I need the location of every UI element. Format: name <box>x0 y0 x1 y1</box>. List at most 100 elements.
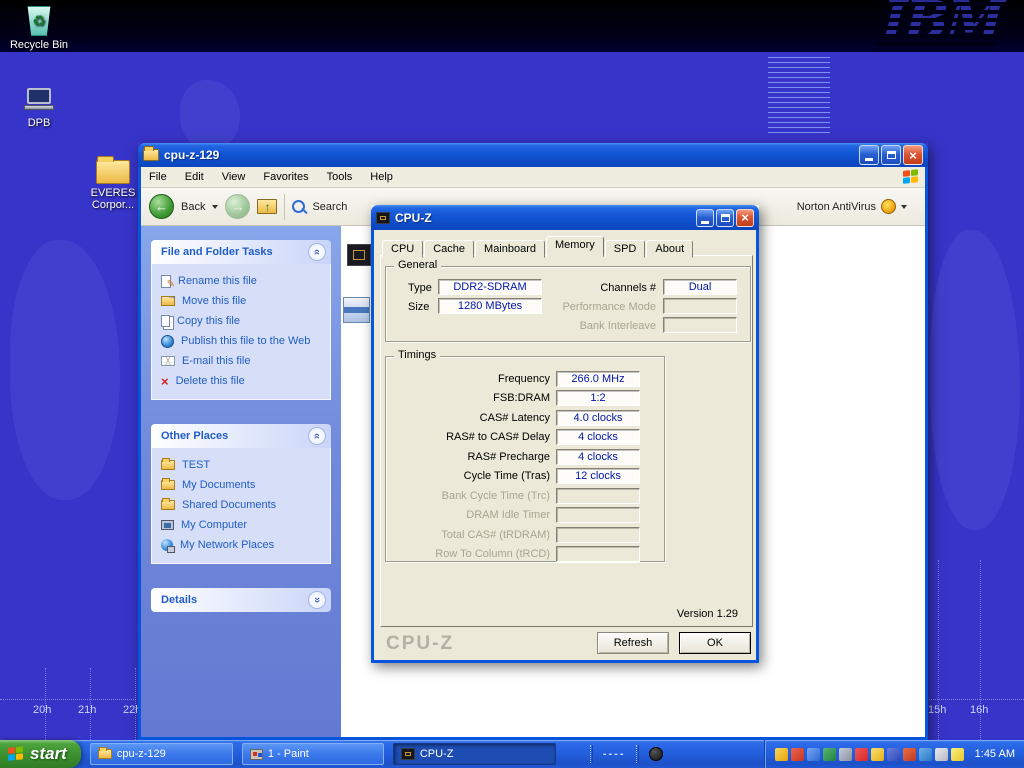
tab-memory[interactable]: Memory <box>546 236 604 257</box>
tab-mainboard[interactable]: Mainboard <box>475 240 545 258</box>
tab-cache[interactable]: Cache <box>424 240 474 258</box>
menu-help[interactable]: Help <box>370 171 393 183</box>
wallpaper-map-shape <box>930 230 1020 530</box>
windows-logo-icon <box>903 170 919 184</box>
cpuz-titlebar[interactable]: CPU-Z × <box>371 205 759 230</box>
tray-icon[interactable] <box>823 748 836 761</box>
close-button[interactable]: × <box>903 145 923 165</box>
place-my-documents[interactable]: My Documents <box>161 475 326 495</box>
other-places-header[interactable]: Other Places » <box>151 424 331 448</box>
task-move-file[interactable]: Move this file <box>161 291 326 311</box>
place-my-network[interactable]: My Network Places <box>161 535 326 555</box>
cpuz-chip-icon <box>376 212 390 224</box>
task-rename-file[interactable]: Rename this file <box>161 271 326 291</box>
task-publish-file[interactable]: Publish this file to the Web <box>161 331 326 351</box>
menu-view[interactable]: View <box>222 171 246 183</box>
details-header[interactable]: Details » <box>151 588 331 612</box>
tray-icon[interactable] <box>887 748 900 761</box>
version-label: Version 1.29 <box>677 608 738 620</box>
band-grip[interactable] <box>590 745 593 763</box>
tray-icon[interactable] <box>951 748 964 761</box>
norton-dropdown-icon[interactable] <box>901 205 907 209</box>
place-shared-documents[interactable]: Shared Documents <box>161 495 326 515</box>
refresh-button[interactable]: Refresh <box>597 632 669 654</box>
wallpaper-map-shape <box>180 80 240 150</box>
back-dropdown-icon[interactable] <box>212 205 218 209</box>
minimize-button[interactable] <box>696 209 714 227</box>
taskbar-task-paint[interactable]: 1 - Paint <box>242 743 384 765</box>
explorer-title: cpu-z-129 <box>164 148 854 162</box>
tray-icon[interactable] <box>871 748 884 761</box>
wallpaper-map-shape <box>10 240 120 500</box>
start-label: start <box>30 744 67 764</box>
maximize-button[interactable] <box>881 145 901 165</box>
up-button[interactable]: ↑ <box>257 199 277 214</box>
performance-mode-field <box>663 298 737 314</box>
back-button[interactable]: ← <box>149 194 174 219</box>
computer-icon <box>161 520 174 530</box>
tray-icon[interactable] <box>791 748 804 761</box>
cycle-time-field: 12 clocks <box>556 468 640 484</box>
file-tasks-header[interactable]: File and Folder Tasks » <box>151 240 331 264</box>
type-label: Type <box>408 282 432 294</box>
timing-row-ras-to-cas: RAS# to CAS# Delay 4 clocks <box>390 428 664 448</box>
tab-cpu[interactable]: CPU <box>382 240 423 258</box>
tray-icon[interactable] <box>903 748 916 761</box>
tray-icon[interactable] <box>935 748 948 761</box>
timing-row-dram-idle: DRAM Idle Timer <box>390 506 664 526</box>
move-icon <box>161 296 175 306</box>
menu-edit[interactable]: Edit <box>185 171 204 183</box>
forward-button[interactable]: → <box>225 194 250 219</box>
task-copy-file[interactable]: Copy this file <box>161 311 326 331</box>
windows-flag-icon <box>8 746 24 762</box>
rename-icon <box>161 275 171 288</box>
task-delete-file[interactable]: × Delete this file <box>161 371 326 391</box>
tray-icon[interactable] <box>775 748 788 761</box>
system-tray: 1:45 AM <box>764 740 1024 768</box>
folder-icon <box>161 480 175 490</box>
frequency-field: 266.0 MHz <box>556 371 640 387</box>
ok-button[interactable]: OK <box>679 632 751 654</box>
ras-precharge-field: 4 clocks <box>556 449 640 465</box>
start-button[interactable]: start <box>0 740 81 768</box>
collapse-chevron-icon[interactable]: » <box>308 243 326 261</box>
tray-icon[interactable] <box>839 748 852 761</box>
timing-row-frequency: Frequency 266.0 MHz <box>390 369 664 389</box>
tab-about[interactable]: About <box>646 240 693 258</box>
globe-icon <box>161 335 174 348</box>
menu-file[interactable]: File <box>149 171 167 183</box>
size-field: 1280 MBytes <box>438 298 542 314</box>
taskbar-task-cpuz[interactable]: CPU-Z <box>393 743 556 765</box>
tray-icon[interactable] <box>855 748 868 761</box>
place-my-computer[interactable]: My Computer <box>161 515 326 535</box>
search-icon[interactable] <box>292 200 305 213</box>
desktop-icon-dpb[interactable]: DPB <box>0 88 78 129</box>
close-button[interactable]: × <box>736 209 754 227</box>
place-test[interactable]: TEST <box>161 455 326 475</box>
menu-favorites[interactable]: Favorites <box>263 171 308 183</box>
desktop-icon-recycle-bin[interactable]: ♻ Recycle Bin <box>0 6 78 51</box>
search-label: Search <box>312 201 347 213</box>
band-icon[interactable] <box>649 747 663 761</box>
tray-icon[interactable] <box>919 748 932 761</box>
memory-tab-page: General Type DDR2-SDRAM Size 1280 MBytes… <box>380 255 753 627</box>
taskbar-task-explorer[interactable]: cpu-z-129 <box>90 743 233 765</box>
band-grip[interactable] <box>636 745 639 763</box>
file-icon-cpuz-exe[interactable] <box>347 244 371 266</box>
delete-icon: × <box>161 375 169 388</box>
expand-chevron-icon[interactable]: » <box>308 591 326 609</box>
cpuz-tabs: CPU Cache Mainboard Memory SPD About <box>382 235 694 256</box>
maximize-button[interactable] <box>716 209 734 227</box>
channels-field: Dual <box>663 279 737 295</box>
taskbar-clock[interactable]: 1:45 AM <box>975 748 1015 760</box>
minimize-button[interactable] <box>859 145 879 165</box>
collapse-chevron-icon[interactable]: » <box>308 427 326 445</box>
menu-tools[interactable]: Tools <box>327 171 353 183</box>
paint-icon <box>250 749 263 760</box>
tray-icon[interactable] <box>807 748 820 761</box>
task-email-file[interactable]: E-mail this file <box>161 351 326 371</box>
tab-spd[interactable]: SPD <box>605 240 646 258</box>
explorer-titlebar[interactable]: cpu-z-129 × <box>138 143 928 167</box>
file-icon-archive[interactable] <box>343 297 370 323</box>
norton-antivirus-band[interactable]: Norton AntiVirus <box>797 199 917 214</box>
